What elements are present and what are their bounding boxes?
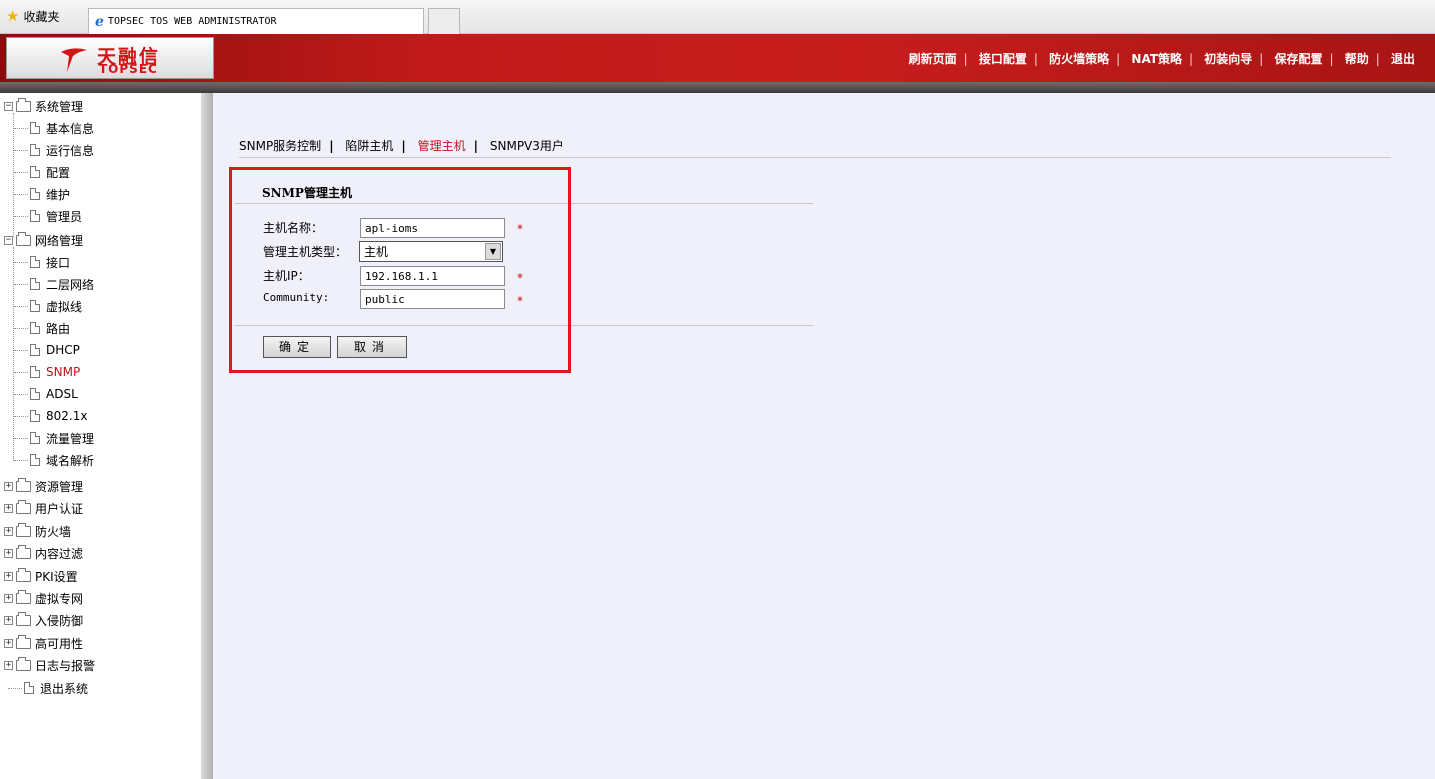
expand-icon[interactable]: +	[4, 593, 13, 603]
tree-item-layer2[interactable]: 二层网络	[14, 273, 94, 295]
collapse-icon[interactable]: −	[4, 235, 13, 245]
tree-group-network[interactable]: − 网络管理	[4, 229, 83, 251]
top-nav: 刷新页面 | 接口配置 | 防火墙策略 | NAT策略 | 初装向导 | 保存配置 | 帮助…	[908, 52, 1415, 66]
nav-logout[interactable]: 退出	[1391, 52, 1415, 66]
folder-icon	[16, 477, 31, 492]
tree-item-maintenance[interactable]: 维护	[14, 183, 70, 205]
expand-icon[interactable]: +	[4, 503, 13, 513]
nav-refresh[interactable]: 刷新页面	[909, 52, 957, 66]
page-icon	[30, 344, 40, 356]
folder-open-icon	[16, 97, 31, 112]
tree-group-vpn[interactable]: + 虚拟专网	[4, 587, 83, 609]
tree-group-ha[interactable]: + 高可用性	[4, 632, 83, 654]
sidebar-tree: − 系统管理 基本信息 运行信息 配置 维护 管理员 − 网络管理 接口 二层网…	[0, 93, 213, 779]
sidebar-edge	[201, 93, 213, 779]
tree-group-ips[interactable]: + 入侵防御	[4, 609, 83, 631]
page-icon	[30, 322, 40, 334]
nav-save-config[interactable]: 保存配置	[1274, 52, 1322, 66]
page-icon	[30, 256, 40, 268]
tree-group-system[interactable]: − 系统管理	[4, 95, 83, 117]
folder-icon	[16, 634, 31, 649]
page-icon	[30, 188, 40, 200]
tree-group-resource[interactable]: + 资源管理	[4, 475, 83, 497]
browser-tab[interactable]: e TOPSEC TOS WEB ADMINISTRATOR	[88, 8, 424, 34]
page-icon	[30, 144, 40, 156]
page-icon	[30, 122, 40, 134]
highlight-box	[229, 167, 571, 373]
page-icon	[24, 682, 34, 694]
nav-help[interactable]: 帮助	[1345, 52, 1369, 66]
folder-open-icon	[16, 231, 31, 246]
folder-icon	[16, 522, 31, 537]
main-content: SNMP服务控制 | 陷阱主机 | 管理主机 | SNMPV3用户 SNMP管理主机 …	[213, 93, 1435, 779]
tree-item-administrator[interactable]: 管理员	[14, 205, 82, 227]
tree-item-routing[interactable]: 路由	[14, 317, 70, 339]
header-divider	[0, 82, 1435, 93]
topsec-logo: 天融信 TOPSEC	[6, 37, 214, 79]
page-icon	[30, 432, 40, 444]
expand-icon[interactable]: +	[4, 526, 13, 536]
nav-firewall-policy[interactable]: 防火墙策略	[1049, 52, 1109, 66]
expand-icon[interactable]: +	[4, 481, 13, 491]
tree-item-8021x[interactable]: 802.1x	[14, 405, 87, 427]
expand-icon[interactable]: +	[4, 638, 13, 648]
tab-title: TOPSEC TOS WEB ADMINISTRATOR	[107, 16, 277, 27]
expand-icon[interactable]: +	[4, 660, 13, 670]
tree-item-virtual-wire[interactable]: 虚拟线	[14, 295, 82, 317]
nav-interface-config[interactable]: 接口配置	[979, 52, 1027, 66]
star-icon: ★	[6, 7, 20, 25]
folder-icon	[16, 544, 31, 559]
collapse-icon[interactable]: −	[4, 101, 13, 111]
tree-item-basic-info[interactable]: 基本信息	[14, 117, 94, 139]
tree-item-runtime-info[interactable]: 运行信息	[14, 139, 94, 161]
page-icon	[30, 410, 40, 422]
new-tab-button[interactable]	[428, 8, 460, 34]
logo-swoosh-icon	[61, 48, 87, 72]
page-icon	[30, 388, 40, 400]
app-header: 天融信 TOPSEC 刷新页面 | 接口配置 | 防火墙策略 | NAT策略 | 初装向…	[0, 34, 1435, 82]
page-icon	[30, 366, 40, 378]
tab-snmp-service-control[interactable]: SNMP服务控制	[239, 139, 321, 153]
tab-trap-host[interactable]: 陷阱主机	[345, 139, 393, 153]
tree-item-interface[interactable]: 接口	[14, 251, 70, 273]
tab-management-host[interactable]: 管理主机	[418, 139, 466, 153]
tree-item-adsl[interactable]: ADSL	[14, 383, 78, 405]
folder-icon	[16, 567, 31, 582]
tree-group-user-auth[interactable]: + 用户认证	[4, 497, 83, 519]
folder-icon	[16, 611, 31, 626]
tree-group-pki[interactable]: + PKI设置	[4, 565, 78, 587]
tree-group-firewall[interactable]: + 防火墙	[4, 520, 71, 542]
tab-snmpv3-user[interactable]: SNMPV3用户	[490, 139, 564, 153]
tree-item-logout-system[interactable]: 退出系统	[8, 677, 88, 699]
tree-item-config[interactable]: 配置	[14, 161, 70, 183]
expand-icon[interactable]: +	[4, 615, 13, 625]
nav-nat-policy[interactable]: NAT策略	[1131, 52, 1182, 66]
tree-item-snmp[interactable]: SNMP	[14, 361, 80, 383]
tree-item-traffic-mgmt[interactable]: 流量管理	[14, 427, 94, 449]
browser-toolbar: ★ 收藏夹 e TOPSEC TOS WEB ADMINISTRATOR	[0, 0, 1435, 34]
tree-group-content-filter[interactable]: + 内容过滤	[4, 542, 83, 564]
folder-icon	[16, 589, 31, 604]
page-icon	[30, 166, 40, 178]
folder-icon	[16, 499, 31, 514]
page-icon	[30, 454, 40, 466]
favorites-button[interactable]: ★ 收藏夹	[6, 8, 59, 25]
logo-en: TOPSEC	[99, 62, 158, 76]
expand-icon[interactable]: +	[4, 548, 13, 558]
page-icon	[30, 210, 40, 222]
tree-item-dns[interactable]: 域名解析	[14, 449, 94, 471]
subnav-divider	[239, 157, 1391, 158]
folder-icon	[16, 656, 31, 671]
nav-setup-wizard[interactable]: 初装向导	[1204, 52, 1252, 66]
tree-group-log-alarm[interactable]: + 日志与报警	[4, 654, 95, 676]
tree-item-dhcp[interactable]: DHCP	[14, 339, 80, 361]
page-icon	[30, 278, 40, 290]
snmp-subnav: SNMP服务控制 | 陷阱主机 | 管理主机 | SNMPV3用户	[239, 139, 564, 153]
expand-icon[interactable]: +	[4, 571, 13, 581]
page-icon	[30, 300, 40, 312]
favorites-label: 收藏夹	[23, 10, 60, 24]
ie-icon: e	[95, 13, 104, 30]
